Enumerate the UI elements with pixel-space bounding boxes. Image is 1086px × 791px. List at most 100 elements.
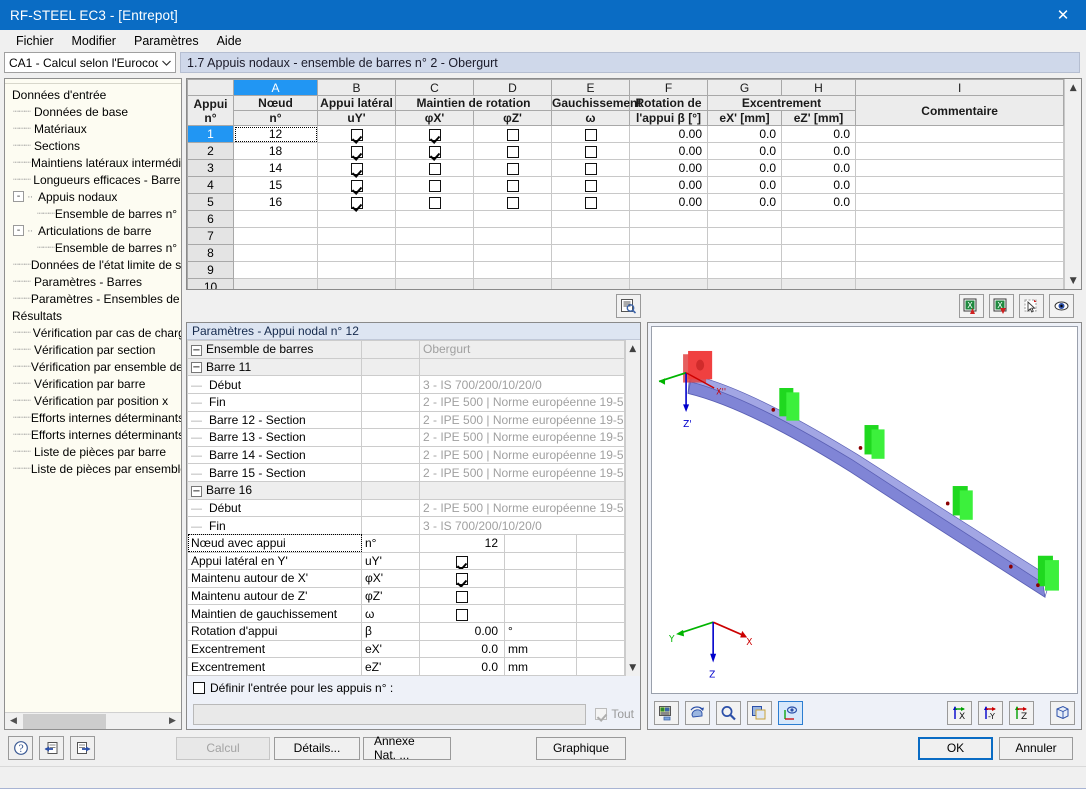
param-value[interactable]: 12 bbox=[419, 533, 505, 553]
cell-rotation-beta[interactable] bbox=[629, 261, 708, 279]
menu-item-fichier[interactable]: Fichier bbox=[7, 31, 63, 51]
cell-commentaire[interactable] bbox=[854, 176, 1065, 194]
cell-appui-lateral[interactable] bbox=[317, 142, 396, 160]
param-row[interactable]: — Barre 12 - Section 2 - IPE 500 | Norme e… bbox=[187, 410, 625, 430]
export-excel-up-icon[interactable]: X bbox=[959, 294, 984, 318]
cell-maintien-z-checkbox[interactable] bbox=[506, 128, 519, 141]
param-row[interactable]: Maintenu autour de X' φX' bbox=[187, 569, 625, 588]
param-value[interactable] bbox=[419, 604, 505, 623]
cell-maintien-z[interactable] bbox=[473, 227, 552, 245]
sidebar-item-6[interactable]: - ·· Appuis nodaux bbox=[9, 188, 181, 205]
param-row[interactable]: Excentrement eX' 0.0 mm bbox=[187, 639, 625, 659]
model-3d-canvas[interactable]: Z' X'' Y X Z bbox=[651, 326, 1078, 694]
cell-rotation-beta[interactable] bbox=[629, 210, 708, 228]
param-value[interactable]: 2 - IPE 500 | Norme européenne 19-57 bbox=[419, 392, 625, 412]
param-row[interactable]: Maintien de gauchissement ω bbox=[187, 604, 625, 623]
cell-appui-lateral-checkbox[interactable] bbox=[350, 162, 363, 175]
table-row[interactable]: 2 18 0.00 0.0 0.0 bbox=[187, 142, 1065, 160]
sidebar-item-14[interactable]: ┈┈┈ Vérification par cas de charge bbox=[9, 324, 181, 341]
param-value-checkbox[interactable] bbox=[456, 590, 468, 603]
sidebar-item-18[interactable]: ┈┈┈ Vérification par position x bbox=[9, 392, 181, 409]
cell-maintien-z-checkbox[interactable] bbox=[506, 162, 519, 175]
cell-excentrement-z[interactable]: 0.0 bbox=[781, 193, 856, 211]
cell-excentrement-x[interactable] bbox=[707, 227, 782, 245]
view-minus-y-icon[interactable]: -Y bbox=[978, 701, 1003, 725]
cell-gauchissement[interactable] bbox=[551, 261, 630, 279]
scroll-right-icon[interactable]: ▶ bbox=[164, 714, 181, 729]
param-value-checkbox[interactable] bbox=[456, 555, 468, 568]
cell-maintien-z[interactable] bbox=[473, 261, 552, 279]
cell-commentaire[interactable] bbox=[854, 278, 1065, 289]
table-row[interactable]: 9 bbox=[187, 261, 1065, 279]
cell-gauchissement-checkbox[interactable] bbox=[584, 145, 597, 158]
cell-gauchissement[interactable] bbox=[551, 159, 630, 177]
cell-maintien-x-checkbox[interactable] bbox=[428, 128, 441, 141]
cell-maintien-x-checkbox[interactable] bbox=[428, 196, 441, 209]
param-row[interactable]: Maintenu autour de Z' φZ' bbox=[187, 586, 625, 606]
cell-gauchissement[interactable] bbox=[551, 210, 630, 228]
cell-excentrement-x[interactable] bbox=[707, 261, 782, 279]
sidebar-item-1[interactable]: ┈┈┈ Données de base bbox=[9, 103, 181, 120]
cell-gauchissement[interactable] bbox=[551, 176, 630, 194]
param-row[interactable]: − Barre 16 bbox=[187, 481, 625, 500]
previous-table-icon[interactable] bbox=[39, 736, 64, 760]
view-orbit-icon[interactable] bbox=[778, 701, 803, 725]
sidebar-item-12[interactable]: ┈┈┈Paramètres - Ensembles de barres bbox=[9, 290, 181, 307]
cell-appui-lateral[interactable] bbox=[317, 193, 396, 211]
cell-maintien-z-checkbox[interactable] bbox=[506, 179, 519, 192]
sidebar-item-7[interactable]: ┈┈┈Ensemble de barres n° 2 - Obergurt bbox=[9, 205, 181, 222]
param-value[interactable]: 0.0 bbox=[419, 639, 505, 659]
cell-excentrement-z[interactable] bbox=[781, 261, 856, 279]
help-icon[interactable]: ? bbox=[8, 736, 33, 760]
table-row[interactable]: 8 bbox=[187, 244, 1065, 262]
cell-excentrement-z[interactable]: 0.0 bbox=[781, 159, 856, 177]
param-row[interactable]: Excentrement eZ' 0.0 mm bbox=[187, 657, 625, 676]
param-scroll-up-icon[interactable]: ▲ bbox=[625, 340, 640, 357]
param-value[interactable] bbox=[419, 586, 505, 606]
grid-row-header[interactable]: 5 bbox=[187, 193, 234, 211]
cell-noeud[interactable] bbox=[233, 210, 318, 228]
sidebar-item-17[interactable]: ┈┈┈ Vérification par barre bbox=[9, 375, 181, 392]
close-icon[interactable]: ✕ bbox=[1040, 0, 1086, 30]
sidebar-item-13[interactable]: Résultats bbox=[9, 307, 181, 324]
cell-maintien-x[interactable] bbox=[395, 261, 474, 279]
cell-noeud[interactable] bbox=[233, 278, 318, 289]
scroll-left-icon[interactable]: ◀ bbox=[5, 714, 22, 729]
cell-commentaire[interactable] bbox=[854, 142, 1065, 160]
param-value[interactable]: 2 - IPE 500 | Norme européenne 19-57 bbox=[419, 445, 625, 465]
cell-noeud[interactable] bbox=[233, 227, 318, 245]
cell-rotation-beta[interactable]: 0.00 bbox=[629, 142, 708, 160]
cell-noeud[interactable]: 18 bbox=[233, 142, 318, 160]
param-value[interactable]: 0.00 bbox=[419, 622, 505, 641]
cell-maintien-z[interactable] bbox=[473, 176, 552, 194]
cell-maintien-z[interactable] bbox=[473, 244, 552, 262]
cell-excentrement-x[interactable] bbox=[707, 244, 782, 262]
view-x-icon[interactable]: X bbox=[947, 701, 972, 725]
param-collapse-icon[interactable]: − bbox=[191, 344, 202, 356]
sidebar-item-11[interactable]: ┈┈┈ Paramètres - Barres bbox=[9, 273, 181, 290]
table-row[interactable]: 1 12 0.00 0.0 0.0 bbox=[187, 125, 1065, 143]
cell-excentrement-z[interactable]: 0.0 bbox=[781, 125, 856, 143]
grid-column-header-D[interactable]: D bbox=[473, 79, 552, 96]
tree-scroll-track[interactable] bbox=[22, 713, 164, 729]
param-row[interactable]: — Début 2 - IPE 500 | Norme européenne 19-… bbox=[187, 498, 625, 518]
cell-excentrement-x[interactable]: 0.0 bbox=[707, 193, 782, 211]
export-excel-down-icon[interactable]: X bbox=[989, 294, 1014, 318]
cell-appui-lateral-checkbox[interactable] bbox=[350, 145, 363, 158]
grid-row-header[interactable]: 8 bbox=[187, 244, 234, 262]
parameters-vertical-scrollbar[interactable]: ▲ ▼ bbox=[624, 340, 640, 676]
cell-rotation-beta[interactable] bbox=[629, 244, 708, 262]
param-value-checkbox[interactable] bbox=[456, 608, 468, 621]
grid-column-header-B[interactable]: B bbox=[317, 79, 396, 96]
cell-excentrement-z[interactable]: 0.0 bbox=[781, 142, 856, 160]
cell-gauchissement-checkbox[interactable] bbox=[584, 179, 597, 192]
cell-excentrement-z[interactable] bbox=[781, 227, 856, 245]
cell-appui-lateral[interactable] bbox=[317, 227, 396, 245]
cell-maintien-x-checkbox[interactable] bbox=[428, 179, 441, 192]
param-scroll-down-icon[interactable]: ▼ bbox=[625, 659, 640, 676]
rotate-model-icon[interactable] bbox=[685, 701, 710, 725]
cell-rotation-beta[interactable]: 0.00 bbox=[629, 125, 708, 143]
cell-excentrement-x[interactable]: 0.0 bbox=[707, 142, 782, 160]
param-row[interactable]: — Barre 13 - Section 2 - IPE 500 | Norme e… bbox=[187, 428, 625, 447]
pick-from-model-icon[interactable] bbox=[1019, 294, 1044, 318]
